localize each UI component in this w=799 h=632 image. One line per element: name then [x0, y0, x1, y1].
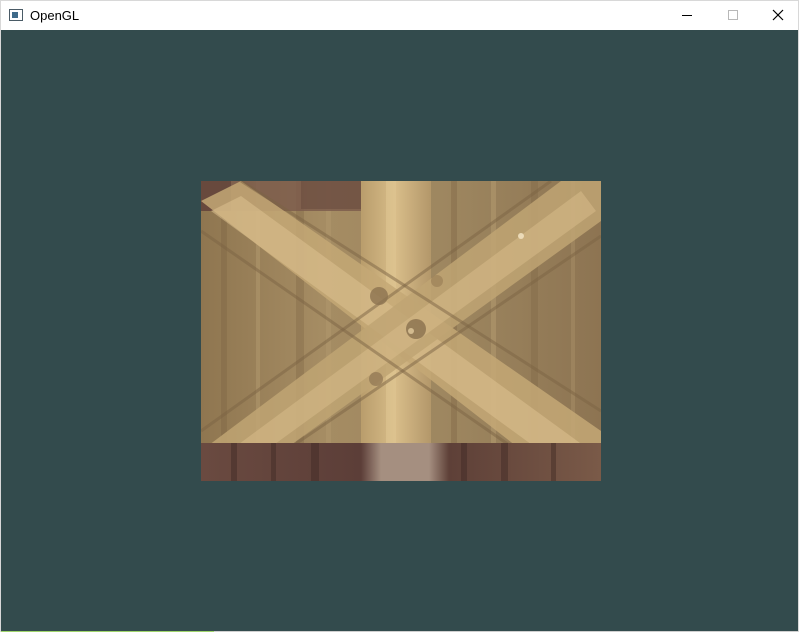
window-title: OpenGL	[30, 8, 80, 23]
maximize-icon	[728, 10, 738, 20]
app-window-icon	[9, 9, 23, 21]
close-icon	[772, 9, 784, 21]
title-bar[interactable]: OpenGL	[1, 1, 798, 30]
maximize-button[interactable]	[710, 1, 756, 30]
textured-quad	[201, 181, 601, 481]
minimize-button[interactable]	[664, 1, 710, 30]
close-button[interactable]	[756, 1, 799, 30]
minimize-icon	[682, 15, 692, 16]
app-window: OpenGL	[0, 0, 799, 632]
opengl-viewport[interactable]	[1, 30, 798, 631]
wood-crate-texture	[201, 181, 601, 481]
